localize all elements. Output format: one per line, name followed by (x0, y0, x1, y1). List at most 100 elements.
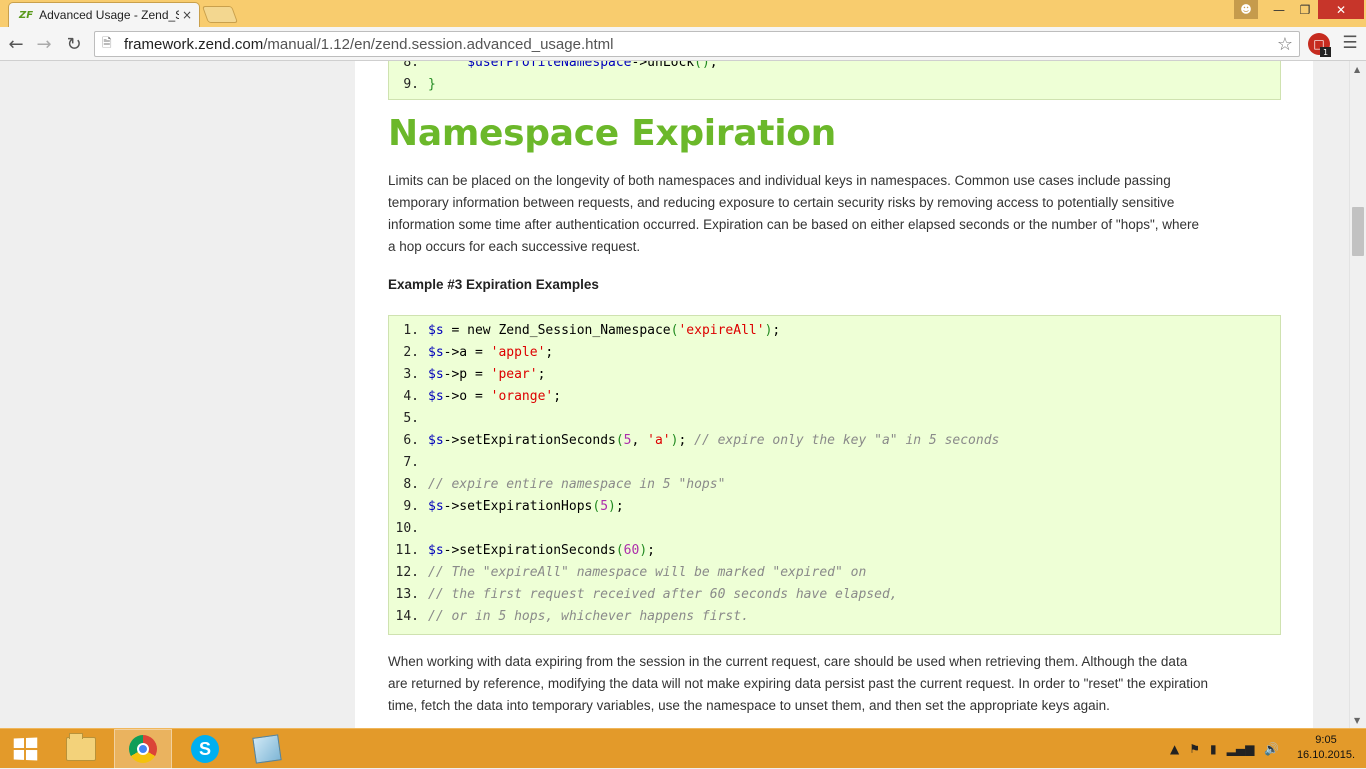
code-line: 2. $s->a = 'apple'; (389, 342, 553, 364)
code-token: 'orange' (490, 389, 554, 404)
code-line: 10. (389, 518, 428, 540)
address-bar[interactable]: 🗎 framework.zend.com/manual/1.12/en/zend… (94, 31, 1300, 57)
code-line: 9.} (389, 74, 436, 96)
code-line: 1. $s = new Zend_Session_Namespace('expir… (389, 320, 780, 342)
browser-titlebar: ZF Advanced Usage - Zend_S × ☻ — ❐ ✕ (0, 0, 1366, 27)
line-number: 8. (403, 61, 419, 70)
code-line: 12. // The "expireAll" namespace will be … (389, 562, 867, 584)
code-text: $s->a = 'apple'; (428, 345, 553, 360)
code-token: ->setExpirationSeconds (443, 543, 616, 558)
show-hidden-icons-arrow-icon[interactable]: ▲ (1170, 742, 1179, 756)
code-line: 11. $s->setExpirationSeconds(60); (389, 540, 655, 562)
clock-time: 9:05 (1315, 734, 1337, 746)
code-token: ; (537, 367, 546, 382)
code-text: // or in 5 hops, whichever happens first… (428, 609, 749, 624)
code-token: $userProfileNamespace (467, 61, 632, 70)
line-number: 12. (395, 565, 419, 580)
chrome-icon (129, 735, 157, 763)
code-text: $userProfileNamespace->unLock(); (428, 61, 717, 70)
code-token: ; (615, 499, 624, 514)
start-button[interactable] (0, 729, 50, 769)
scroll-down-arrow-icon[interactable]: ▼ (1354, 716, 1360, 725)
scroll-up-arrow-icon[interactable]: ▲ (1354, 65, 1360, 74)
code-text: // expire entire namespace in 5 "hops" (428, 477, 725, 492)
taskbar-file-explorer[interactable] (52, 729, 110, 769)
code-line: 9. $s->setExpirationHops(5); (389, 496, 624, 518)
reload-icon[interactable]: ↻ (62, 32, 86, 56)
code-token: } (428, 77, 436, 92)
minimize-window-icon[interactable]: — (1266, 0, 1292, 19)
code-token: ) (608, 499, 616, 514)
code-token: ->unLock (631, 61, 695, 70)
line-number: 2. (403, 345, 419, 360)
taskbar-clock[interactable]: 9:05 16.10.2015. (1296, 733, 1356, 763)
section-heading: Namespace Expiration (388, 113, 837, 154)
tab-close-icon[interactable]: × (179, 8, 195, 22)
action-center-flag-icon[interactable]: ⚑ (1189, 742, 1200, 756)
code-line: 8. // expire entire namespace in 5 "hops" (389, 474, 725, 496)
paragraph-line: time, fetch the data into temporary vari… (388, 698, 1110, 713)
system-tray: ▲ ⚑ ▮ ▂▄▆ 🔊 (1170, 729, 1279, 769)
taskbar-chrome[interactable] (114, 729, 172, 769)
url-path: /manual/1.12/en/zend.session.advanced_us… (263, 35, 614, 53)
code-token: () (694, 61, 710, 70)
browser-menu-icon[interactable]: ☰ (1338, 31, 1362, 55)
page-viewport: 8. $userProfileNamespace->unLock(); 9.} N… (0, 61, 1349, 728)
code-token: 60 (623, 543, 640, 558)
code-line: 14. // or in 5 hops, whichever happens fi… (389, 606, 749, 628)
line-number: 6. (403, 433, 419, 448)
close-window-icon[interactable]: ✕ (1318, 0, 1364, 19)
tab-title: Advanced Usage - Zend_S (39, 8, 179, 22)
battery-icon[interactable]: ▮ (1210, 742, 1217, 756)
windows-logo-icon (13, 737, 38, 761)
code-token: 5 (623, 433, 632, 448)
browser-tab-active[interactable]: ZF Advanced Usage - Zend_S × (8, 2, 200, 27)
code-token: $s (428, 499, 444, 514)
code-token: ; (545, 345, 554, 360)
code-token: $s (428, 345, 444, 360)
taskbar-skype[interactable]: S (176, 729, 234, 769)
line-number: 11. (395, 543, 419, 558)
code-token: = (443, 323, 468, 338)
volume-speaker-icon[interactable]: 🔊 (1264, 742, 1279, 756)
code-line: 3. $s->p = 'pear'; (389, 364, 545, 386)
scrollbar-thumb[interactable] (1352, 207, 1364, 256)
code-token: ->p = (443, 367, 491, 382)
forward-arrow-icon[interactable]: → (32, 32, 56, 56)
restore-window-icon[interactable]: ❐ (1292, 0, 1318, 19)
new-tab-button[interactable] (201, 6, 239, 23)
code-token: $s (428, 389, 444, 404)
code-token: ; (553, 389, 562, 404)
paragraph-line: Limits can be placed on the longevity of… (388, 173, 1171, 188)
code-line: 5. (389, 408, 428, 430)
code-text: $s->setExpirationSeconds(60); (428, 543, 655, 558)
line-number: 7. (403, 455, 419, 470)
user-profile-icon[interactable]: ☻ (1234, 0, 1258, 19)
line-number: 8. (403, 477, 419, 492)
code-token: 'pear' (490, 367, 538, 382)
taskbar-notepad[interactable] (238, 729, 296, 769)
line-number: 1. (403, 323, 419, 338)
code-token: // expire entire namespace in 5 "hops" (428, 477, 726, 492)
notepad-icon (252, 734, 282, 764)
code-token: // or in 5 hops, whichever happens first… (428, 609, 749, 624)
code-token: ->a = (443, 345, 491, 360)
url-host: framework.zend.com (124, 35, 264, 53)
network-signal-icon[interactable]: ▂▄▆ (1227, 742, 1255, 756)
line-number: 13. (395, 587, 419, 602)
code-token: $s (428, 433, 444, 448)
code-token: 'apple' (490, 345, 546, 360)
bookmark-star-icon[interactable]: ☆ (1277, 34, 1293, 55)
line-number: 10. (395, 521, 419, 536)
vertical-scrollbar[interactable]: ▲ ▼ (1349, 61, 1366, 728)
file-explorer-icon (66, 733, 96, 761)
code-token: new (467, 323, 491, 338)
paragraph-line: information some time after authenticati… (388, 217, 1200, 232)
back-arrow-icon[interactable]: ← (4, 32, 28, 56)
paragraph-line: temporary information between requests, … (388, 195, 1175, 210)
expiration-code-listing: 1. $s = new Zend_Session_Namespace('expir… (388, 315, 1281, 635)
code-token: 5 (600, 499, 609, 514)
url-text[interactable]: framework.zend.com/manual/1.12/en/zend.s… (124, 36, 613, 53)
line-number: 9. (403, 77, 419, 92)
